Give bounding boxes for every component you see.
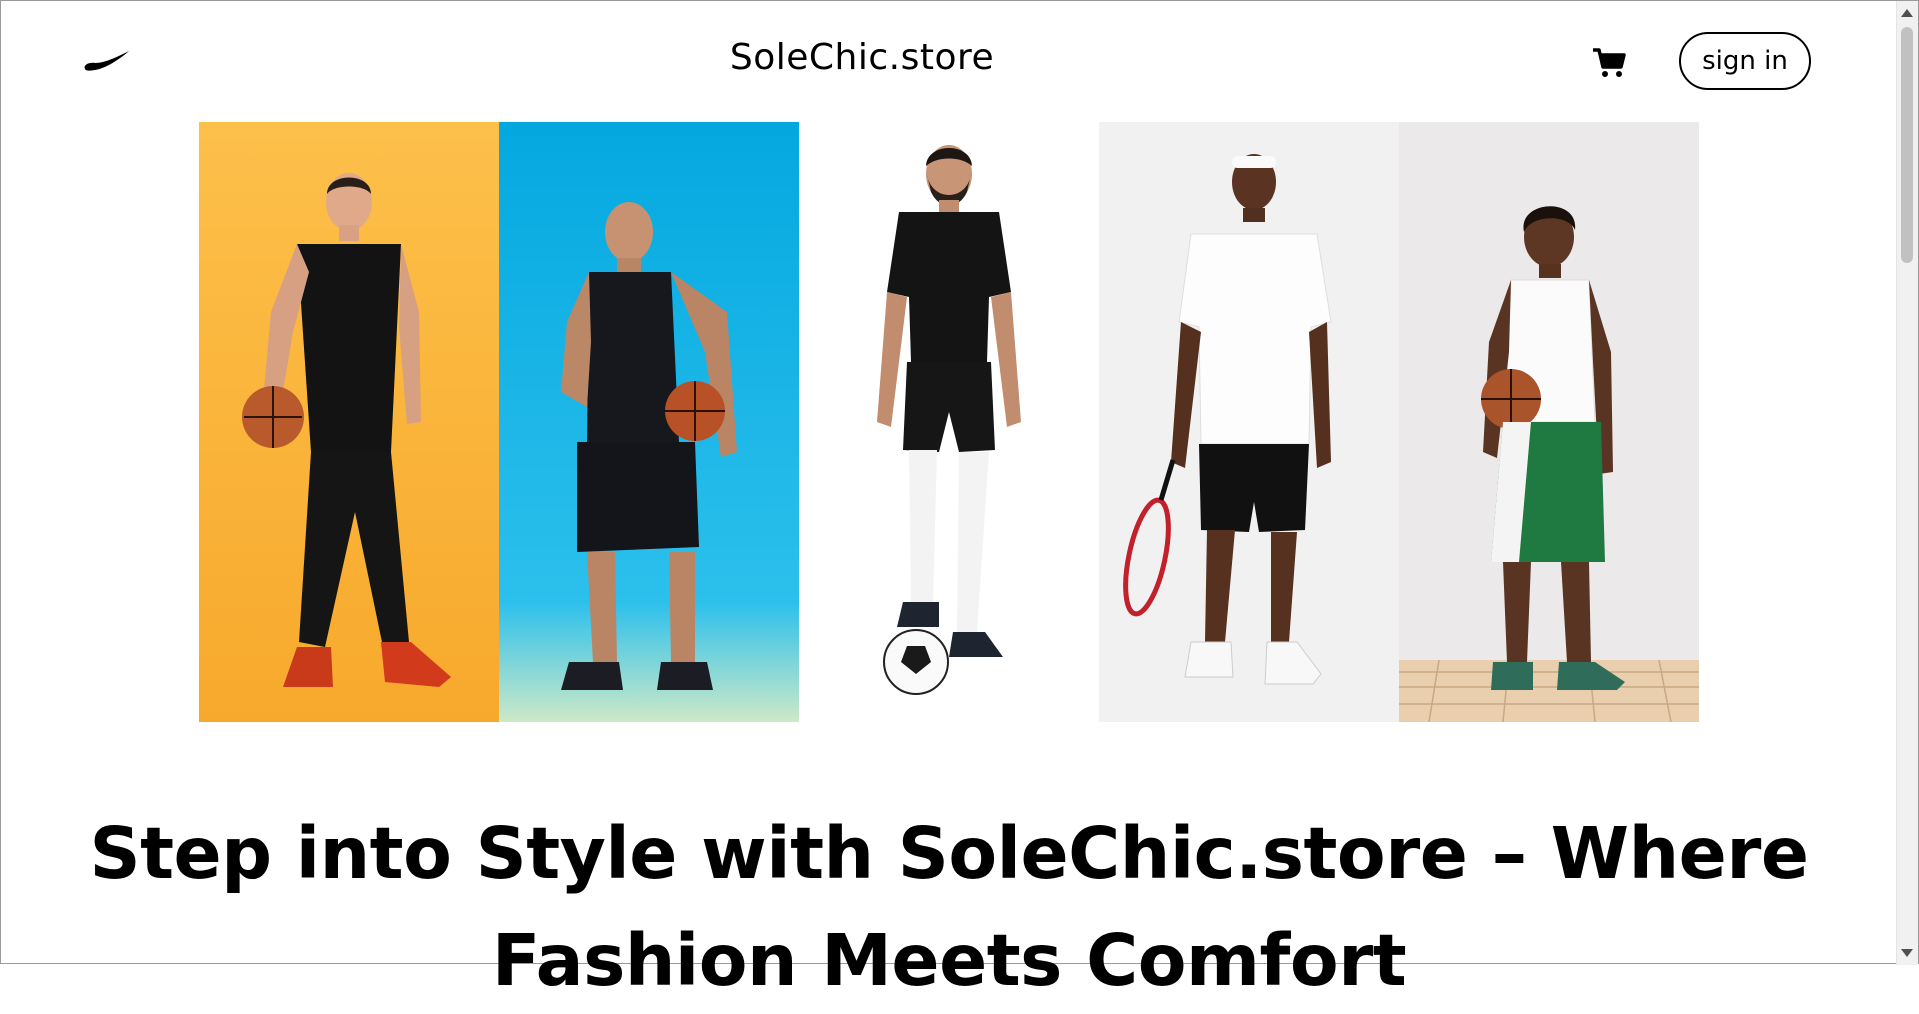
gallery-panel-basketball-blue <box>499 122 799 722</box>
scroll-down-arrow-icon[interactable] <box>1901 949 1913 957</box>
gallery-panel-soccer-white <box>799 122 1099 722</box>
hero-headline: Step into Style with SoleChic.store – Wh… <box>1 801 1897 1014</box>
site-header: SoleChic.store sign in <box>1 1 1897 121</box>
vertical-scrollbar[interactable] <box>1896 1 1918 965</box>
scrollbar-thumb[interactable] <box>1901 27 1913 263</box>
sign-in-button[interactable]: sign in <box>1679 32 1811 90</box>
cart-icon[interactable] <box>1591 45 1627 81</box>
basketball-player-image <box>199 122 499 722</box>
basketball-player-image <box>499 122 799 722</box>
tennis-player-image <box>1099 122 1399 722</box>
gallery-panel-basketball-orange <box>199 122 499 722</box>
hero-gallery <box>199 122 1699 722</box>
hero-headline-line2: Fashion Meets Comfort <box>491 918 1407 1002</box>
soccer-player-image <box>799 122 1099 722</box>
basketball-player-image <box>1399 122 1699 722</box>
site-title[interactable]: SoleChic.store <box>1 37 1723 78</box>
gallery-panel-basketball-studio <box>1399 122 1699 722</box>
scroll-up-arrow-icon[interactable] <box>1901 9 1913 17</box>
gallery-panel-tennis-grey <box>1099 122 1399 722</box>
hero-headline-line1: Step into Style with SoleChic.store – Wh… <box>89 812 1809 895</box>
